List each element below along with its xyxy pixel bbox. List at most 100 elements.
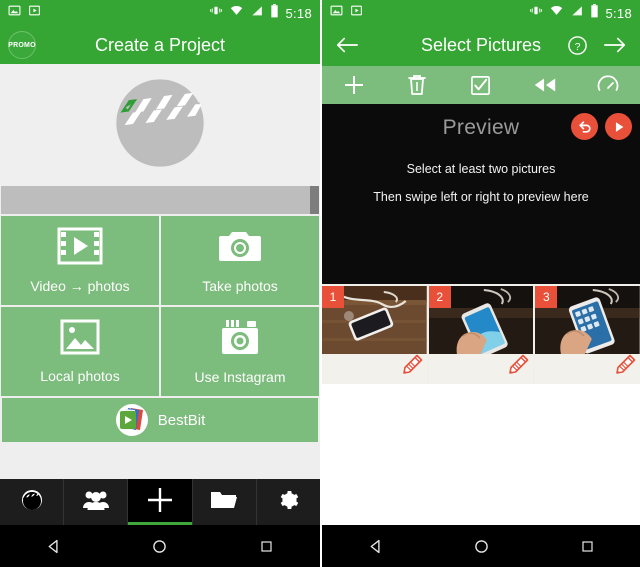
thumbnail-image[interactable]: 2	[428, 286, 534, 354]
thumbnail-badge: 3	[535, 286, 558, 308]
wifi-icon	[229, 4, 244, 22]
bottom-navigation	[0, 479, 320, 525]
tile-label: Take photos	[202, 278, 278, 294]
signal-icon	[570, 4, 584, 22]
play-icon[interactable]	[605, 113, 632, 140]
svg-text:?: ?	[574, 40, 580, 52]
toolbar-rewind-button[interactable]	[513, 75, 577, 95]
toolbar-delete-button[interactable]	[386, 73, 450, 97]
clapperboard-icon	[108, 71, 212, 180]
nav-item-people[interactable]	[64, 479, 129, 525]
status-system-icons: 5:18	[529, 3, 632, 23]
pencil-icon[interactable]	[506, 353, 530, 382]
battery-icon	[270, 3, 279, 23]
status-notification-icons	[330, 4, 363, 22]
gear-icon	[277, 489, 299, 516]
gallery-icon	[60, 319, 100, 360]
editor-toolbar	[322, 64, 640, 104]
wifi-icon	[549, 4, 564, 22]
dual-screenshot: 5:18 PROMO Create a Project Video → phot…	[0, 0, 640, 567]
preview-panel: Preview Select at least two pictures The…	[322, 104, 640, 284]
thumbnail-badge: 2	[428, 286, 451, 308]
action-tile-grid: Video → photos Take photos Local photos …	[0, 214, 320, 396]
video-icon	[28, 4, 41, 22]
preview-actions	[571, 113, 632, 140]
pencil-icon[interactable]	[613, 353, 637, 382]
toolbar-select-all-button[interactable]	[449, 74, 513, 97]
thumbnail-strip: 1 2 3	[322, 284, 640, 384]
tile-label: Local photos	[40, 368, 120, 384]
folder-icon	[210, 488, 238, 517]
scroll-thumb[interactable]	[310, 186, 319, 214]
tile-take-photos[interactable]: Take photos	[161, 216, 319, 305]
bestbit-logo-icon	[115, 403, 149, 437]
thumbnail-item[interactable]: 3	[535, 286, 640, 384]
thumbnail-badge: 1	[322, 286, 344, 308]
horizontal-progress-bar[interactable]	[1, 186, 319, 214]
preview-instructions: Select at least two pictures Then swipe …	[373, 162, 588, 218]
status-notification-icons	[8, 4, 41, 22]
battery-icon	[590, 3, 599, 23]
preview-line-1: Select at least two pictures	[406, 162, 556, 176]
tile-use-instagram[interactable]: Use Instagram	[161, 307, 319, 396]
undo-icon[interactable]	[571, 113, 598, 140]
pencil-icon[interactable]	[400, 353, 424, 382]
thumbnail-item[interactable]: 1	[322, 286, 427, 384]
system-navigation-bar	[322, 525, 640, 567]
system-navigation-bar	[0, 525, 320, 567]
back-triangle-icon[interactable]	[353, 525, 397, 567]
clapperboard-icon	[20, 488, 44, 517]
thumbnail-image[interactable]: 1	[322, 286, 427, 354]
tile-local-photos[interactable]: Local photos	[1, 307, 159, 396]
app-bar: PROMO Create a Project	[0, 26, 320, 64]
status-time: 5:18	[285, 5, 312, 21]
empty-space	[0, 442, 320, 479]
promo-badge[interactable]: PROMO	[8, 31, 36, 59]
status-system-icons: 5:18	[209, 3, 312, 23]
nav-item-settings[interactable]	[257, 479, 320, 525]
tile-label: Video → photos	[30, 278, 130, 294]
vibrate-icon	[529, 4, 543, 22]
status-bar: 5:18	[322, 0, 640, 26]
hero-graphic-area	[0, 64, 320, 186]
app-bar: Select Pictures ?	[322, 26, 640, 64]
home-circle-icon[interactable]	[459, 525, 503, 567]
image-icon	[330, 4, 343, 22]
status-time: 5:18	[605, 5, 632, 21]
home-circle-icon[interactable]	[138, 525, 182, 567]
plus-icon	[145, 485, 175, 520]
toolbar-speed-button[interactable]	[576, 73, 640, 97]
bestbit-label: BestBit	[157, 411, 206, 429]
bestbit-button[interactable]: BestBit	[2, 398, 318, 442]
arrow-right-icon[interactable]	[600, 30, 630, 60]
recents-square-icon[interactable]	[245, 525, 289, 567]
camera-icon	[217, 227, 263, 270]
page-title: Create a Project	[94, 34, 226, 55]
thumbnail-image[interactable]: 3	[535, 286, 640, 354]
recents-square-icon[interactable]	[565, 525, 609, 567]
people-icon	[81, 488, 111, 517]
nav-item-folder[interactable]	[193, 479, 257, 525]
nav-item-add[interactable]	[128, 479, 193, 525]
tile-label: Use Instagram	[194, 369, 286, 385]
video-icon	[350, 4, 363, 22]
status-bar: 5:18	[0, 0, 320, 26]
preview-line-2: Then swipe left or right to preview here	[373, 190, 589, 204]
back-triangle-icon[interactable]	[31, 525, 75, 567]
nav-item-clapper[interactable]	[0, 479, 65, 525]
question-mark-icon[interactable]: ?	[562, 30, 592, 60]
thumbnail-item[interactable]: 2	[428, 286, 534, 384]
instagram-icon	[220, 318, 260, 361]
empty-content-area	[322, 384, 640, 525]
image-icon	[8, 4, 21, 22]
signal-icon	[250, 4, 264, 22]
preview-title: Preview	[442, 116, 520, 139]
film-play-icon	[57, 227, 103, 270]
right-phone-screen: 5:18 Select Pictures ? Preview Select at…	[320, 0, 640, 567]
vibrate-icon	[209, 4, 223, 22]
toolbar-add-button[interactable]	[322, 73, 386, 97]
appbar-actions: ?	[562, 30, 630, 60]
tile-video-to-photos[interactable]: Video → photos	[1, 216, 159, 305]
arrow-left-icon[interactable]	[332, 30, 362, 60]
left-phone-screen: 5:18 PROMO Create a Project Video → phot…	[0, 0, 320, 567]
